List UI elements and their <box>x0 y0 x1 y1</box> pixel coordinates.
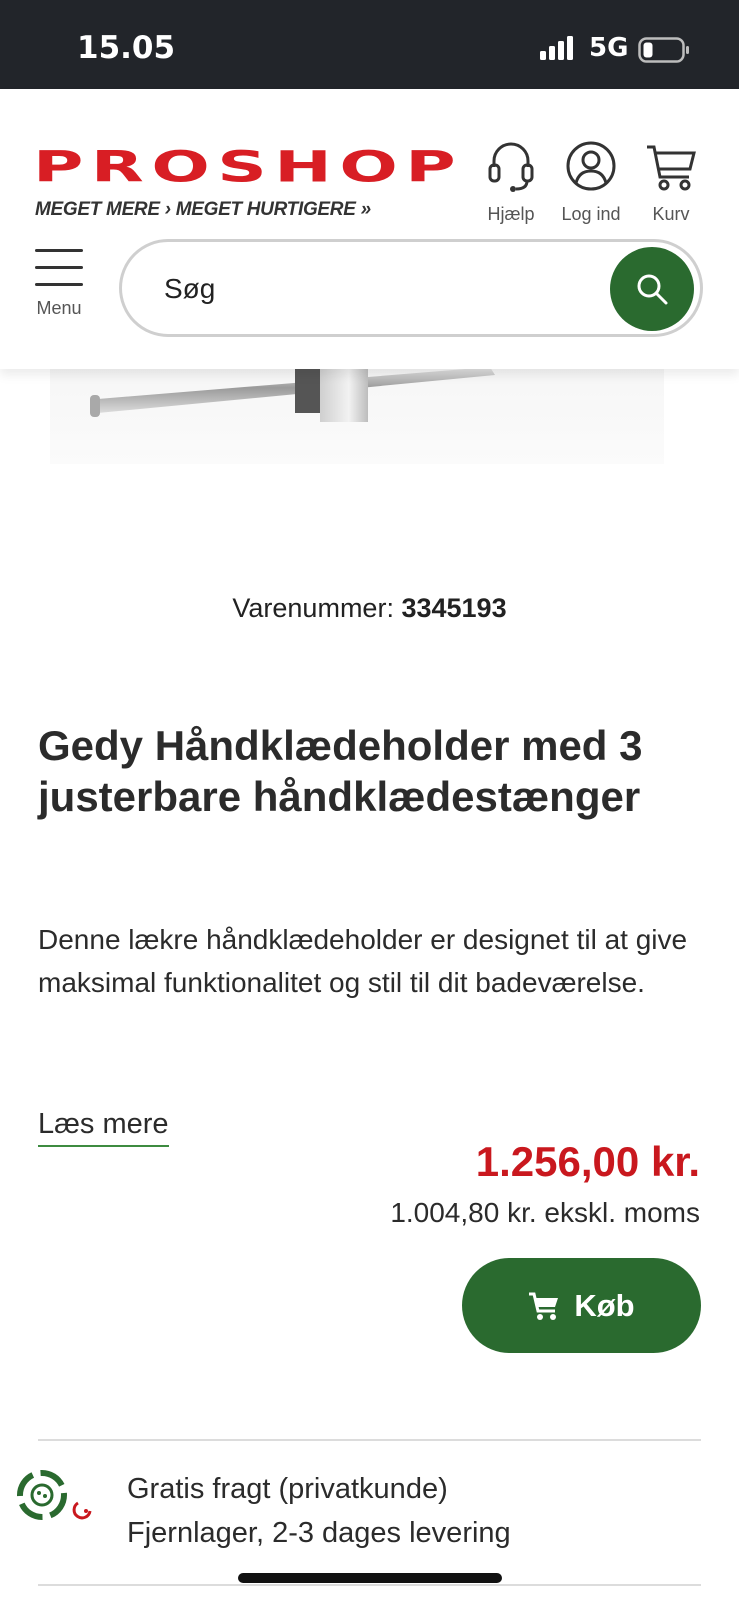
product-title: Gedy Håndklædeholder med 3 justerbare hå… <box>38 722 643 820</box>
buy-button[interactable]: Køb <box>462 1258 701 1353</box>
site-header: PROSHOP MEGET MERE › MEGET HURTIGERE » H… <box>0 89 739 369</box>
item-number-value: 3345193 <box>401 593 507 623</box>
help-button[interactable]: Hjælp <box>471 139 551 225</box>
status-bar: 15.05 5G <box>0 0 739 89</box>
product-price: 1.256,00 kr. <box>475 1138 700 1185</box>
cart-icon <box>528 1291 560 1321</box>
search-bar <box>119 239 703 337</box>
product-image[interactable] <box>50 367 664 464</box>
cart-label: Kurv <box>652 204 690 224</box>
divider <box>38 1439 701 1441</box>
search-input[interactable] <box>162 264 586 314</box>
divider <box>38 1584 701 1586</box>
battery-icon <box>638 37 689 63</box>
logo-wordmark: PROSHOP <box>33 141 464 192</box>
logo-tagline: MEGET MERE › MEGET HURTIGERE » <box>35 199 371 220</box>
headset-icon <box>488 142 534 192</box>
login-label: Log ind <box>561 204 621 224</box>
shipping-free: Gratis fragt (privatkunde) <box>127 1473 448 1505</box>
cart-button[interactable]: Kurv <box>631 139 711 225</box>
item-number-label: Varenummer: <box>232 593 394 623</box>
towel-holder-illustration <box>90 367 495 422</box>
search-button[interactable] <box>610 247 694 331</box>
shipping-delivery: Fjernlager, 2-3 dages levering <box>127 1517 511 1549</box>
hamburger-icon <box>30 249 88 286</box>
user-icon <box>566 141 616 191</box>
buy-label: Køb <box>574 1287 635 1323</box>
search-icon <box>637 274 668 305</box>
home-indicator[interactable] <box>238 1573 502 1583</box>
menu-button[interactable]: Menu <box>30 249 88 319</box>
signal-icon <box>540 36 573 60</box>
price-ex-vat: 1.004,80 kr. ekskl. moms <box>390 1197 700 1228</box>
login-button[interactable]: Log ind <box>551 139 631 225</box>
item-number: Varenummer: 3345193 <box>0 593 739 624</box>
status-time: 15.05 <box>77 30 176 66</box>
read-more-link[interactable]: Læs mere <box>38 1108 169 1147</box>
cart-icon <box>647 145 696 191</box>
menu-label: Menu <box>36 298 82 318</box>
shipping-icon <box>17 1470 92 1520</box>
product-description: Denne lækre håndklædeholder er designet … <box>38 924 688 998</box>
network-label: 5G <box>589 33 629 63</box>
help-label: Hjælp <box>487 204 535 224</box>
